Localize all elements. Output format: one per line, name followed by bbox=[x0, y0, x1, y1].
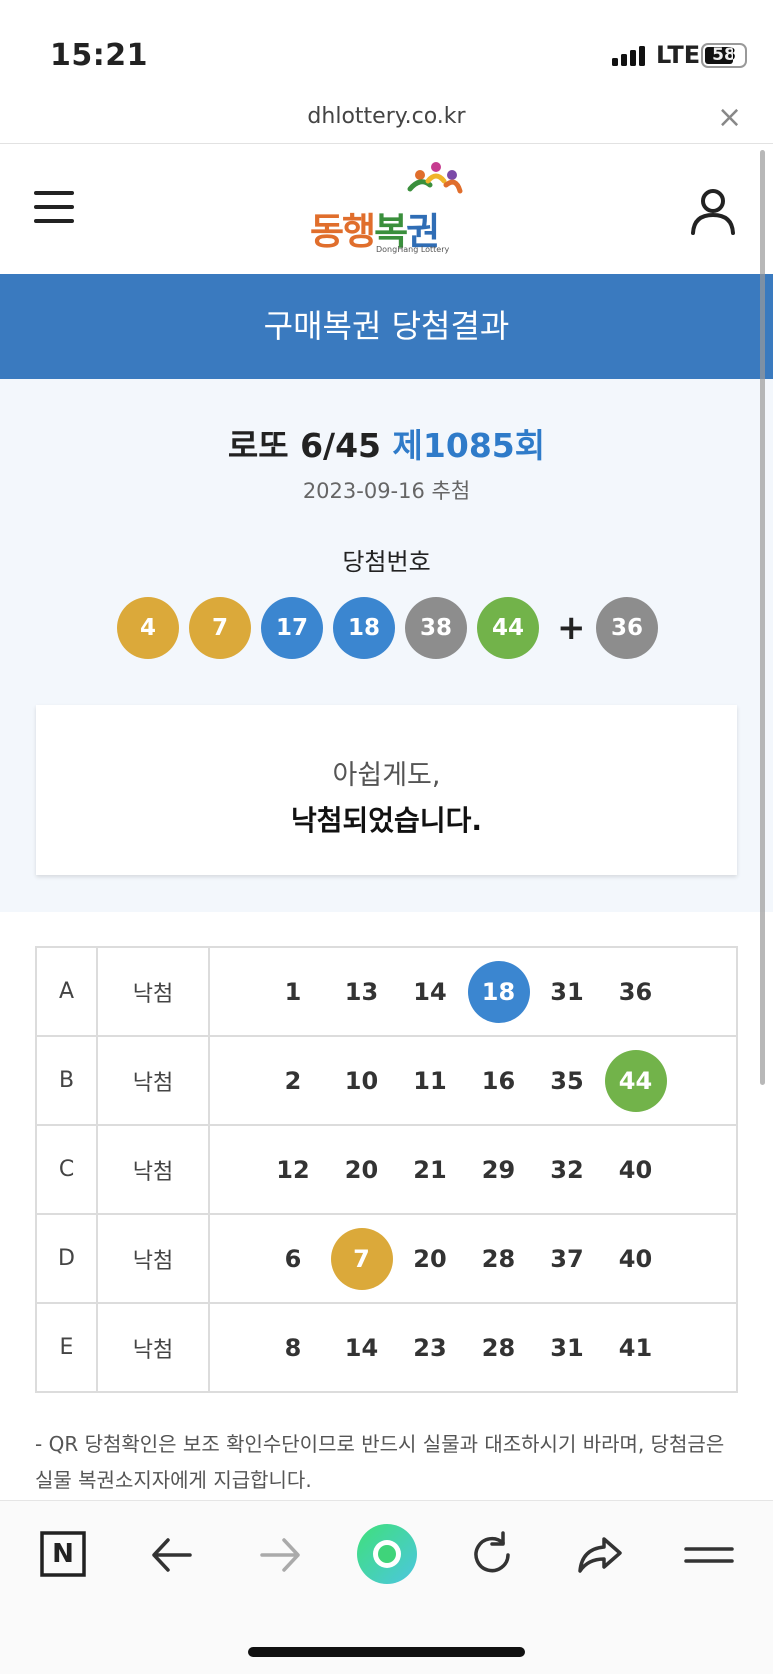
ticket-number: 40 bbox=[618, 1156, 653, 1184]
game-numbers: 6 7 20 28 37 40 bbox=[208, 1213, 738, 1304]
winning-ball: 38 bbox=[405, 597, 467, 659]
ticket-number: 20 bbox=[413, 1245, 447, 1273]
notice-text: - QR 당첨확인은 보조 확인수단이므로 반드시 실물과 대조하시기 바라며,… bbox=[35, 1432, 725, 1492]
result-message-card: 아쉽게도, 낙첨되었습니다. bbox=[36, 705, 737, 875]
draw-result-section: 로또 6/45 제1085회 2023-09-16 추첨 당첨번호 4 7 17 18… bbox=[0, 379, 773, 912]
status-time: 15:21 bbox=[50, 38, 148, 73]
ticket-number: 10 bbox=[344, 1067, 379, 1095]
game-label: E bbox=[35, 1302, 98, 1393]
ticket-number: 23 bbox=[413, 1334, 447, 1362]
ticket-number: 29 bbox=[481, 1156, 516, 1184]
draw-title: 로또 6/45 제1085회 bbox=[0, 419, 773, 467]
browser-bottom-bar: N bbox=[0, 1500, 773, 1674]
ticket-number: 8 bbox=[284, 1334, 302, 1362]
ticket-number: 11 bbox=[413, 1067, 447, 1095]
game-label: D bbox=[35, 1213, 98, 1304]
table-row: A 낙첨 1 13 14 18 31 36 bbox=[35, 946, 738, 1037]
signal-icon bbox=[612, 46, 645, 66]
hamburger-menu-icon[interactable] bbox=[34, 189, 76, 225]
winning-numbers-label: 당첨번호 bbox=[342, 548, 431, 576]
home-indicator bbox=[248, 1647, 525, 1657]
game-name: 로또 6/45 bbox=[227, 426, 382, 465]
menu-lines-icon[interactable] bbox=[680, 1525, 740, 1585]
scrollbar[interactable] bbox=[760, 150, 765, 1085]
game-numbers: 1 13 14 18 31 36 bbox=[208, 946, 738, 1037]
table-row: E 낙첨 8 14 23 28 31 41 bbox=[35, 1302, 738, 1393]
ticket-number: 1 bbox=[284, 978, 302, 1006]
game-result: 낙첨 bbox=[96, 1213, 210, 1304]
ticket-table: A 낙첨 1 13 14 18 31 36 B 낙첨 2 10 11 16 35 44 C 낙첨 12 20 21 29 3… bbox=[35, 946, 738, 1393]
game-result: 낙첨 bbox=[96, 1035, 210, 1126]
ticket-number: 31 bbox=[550, 1334, 584, 1362]
network-label: LTE bbox=[656, 41, 701, 69]
user-icon[interactable] bbox=[690, 187, 736, 235]
game-label: B bbox=[35, 1035, 98, 1126]
game-label: C bbox=[35, 1124, 98, 1215]
site-logo[interactable]: 동행복권 DongHang Lottery bbox=[310, 162, 470, 255]
battery-icon: 58 bbox=[701, 43, 747, 68]
ticket-number: 14 bbox=[344, 1334, 379, 1362]
ticket-number: 16 bbox=[481, 1067, 516, 1095]
game-numbers: 12 20 21 29 32 40 bbox=[208, 1124, 738, 1215]
game-label: A bbox=[35, 946, 98, 1037]
table-row: C 낙첨 12 20 21 29 32 40 bbox=[35, 1124, 738, 1215]
matched-number-ball: 7 bbox=[330, 1228, 393, 1290]
result-message-line1: 아쉽게도, bbox=[332, 760, 441, 791]
ticket-number: 14 bbox=[413, 978, 447, 1006]
winning-ball: 7 bbox=[189, 597, 251, 659]
share-icon[interactable] bbox=[570, 1525, 630, 1585]
matched-number-ball: 18 bbox=[467, 961, 530, 1023]
ticket-number: 32 bbox=[550, 1156, 584, 1184]
ticket-number: 28 bbox=[481, 1245, 516, 1273]
ticket-number: 37 bbox=[550, 1245, 584, 1273]
logo-subtitle: DongHang Lottery bbox=[376, 245, 450, 254]
ticket-number: 12 bbox=[276, 1156, 310, 1184]
battery-level: 58 bbox=[712, 45, 736, 65]
ticket-number: 6 bbox=[284, 1245, 302, 1273]
table-row: B 낙첨 2 10 11 16 35 44 bbox=[35, 1035, 738, 1126]
forward-arrow-icon[interactable] bbox=[250, 1525, 310, 1585]
winning-ball: 18 bbox=[333, 597, 395, 659]
browser-url-bar[interactable]: dhlottery.co.kr × bbox=[0, 100, 773, 144]
ticket-number: 2 bbox=[284, 1067, 302, 1095]
draw-date: 2023-09-16 추첨 bbox=[302, 479, 471, 503]
site-header: 동행복권 DongHang Lottery bbox=[0, 145, 773, 273]
winning-ball: 44 bbox=[477, 597, 539, 659]
close-icon[interactable]: × bbox=[717, 100, 742, 135]
winning-ball: 4 bbox=[117, 597, 179, 659]
game-result: 낙첨 bbox=[96, 1124, 210, 1215]
ticket-number: 36 bbox=[618, 978, 653, 1006]
game-numbers: 2 10 11 16 35 44 bbox=[208, 1035, 738, 1126]
ticket-number: 35 bbox=[550, 1067, 584, 1095]
url-text[interactable]: dhlottery.co.kr bbox=[0, 104, 773, 129]
bonus-ball: 36 bbox=[596, 597, 658, 659]
ticket-number: 21 bbox=[413, 1156, 447, 1184]
game-result: 낙첨 bbox=[96, 1302, 210, 1393]
table-row: D 낙첨 6 7 20 28 37 40 bbox=[35, 1213, 738, 1304]
status-bar: 15:21 LTE 58 bbox=[0, 0, 773, 100]
back-arrow-icon[interactable] bbox=[142, 1525, 202, 1585]
matched-number-ball: 44 bbox=[604, 1050, 667, 1112]
bonus-plus-sign: + bbox=[557, 608, 586, 648]
game-result: 낙첨 bbox=[96, 946, 210, 1037]
winning-ball: 17 bbox=[261, 597, 323, 659]
game-numbers: 8 14 23 28 31 41 bbox=[208, 1302, 738, 1393]
reload-icon[interactable] bbox=[462, 1525, 522, 1585]
green-dot-button-icon[interactable] bbox=[354, 1521, 420, 1587]
page-title: 구매복권 당첨결과 bbox=[0, 274, 773, 379]
naver-home-icon[interactable]: N bbox=[40, 1525, 100, 1585]
ticket-number: 13 bbox=[344, 978, 379, 1006]
ticket-number: 41 bbox=[618, 1334, 653, 1362]
result-message-line2: 낙첨되었습니다. bbox=[291, 804, 482, 837]
ticket-number: 28 bbox=[481, 1334, 516, 1362]
ticket-number: 40 bbox=[618, 1245, 653, 1273]
draw-round: 제1085회 bbox=[392, 426, 546, 465]
ticket-number: 31 bbox=[550, 978, 584, 1006]
ticket-number: 20 bbox=[344, 1156, 379, 1184]
naver-n-glyph: N bbox=[52, 1539, 74, 1569]
